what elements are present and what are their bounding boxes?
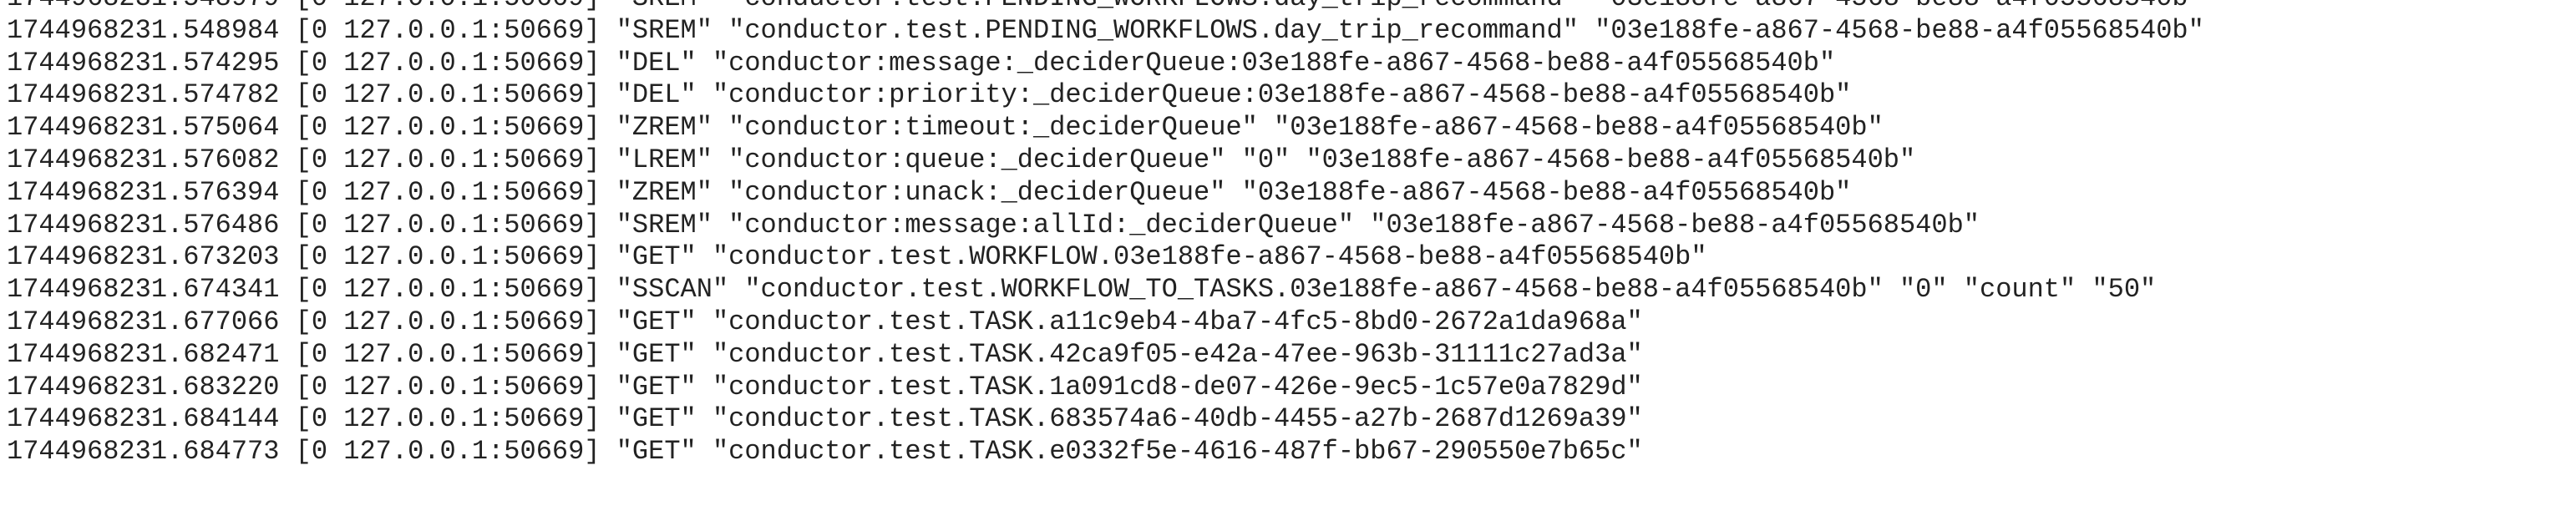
- log-line: 1744968231.574295 [0 127.0.0.1:50669] "D…: [7, 47, 1836, 78]
- log-line: 1744968231.576394 [0 127.0.0.1:50669] "Z…: [7, 176, 1852, 208]
- log-line: 1744968231.673203 [0 127.0.0.1:50669] "G…: [7, 241, 1707, 273]
- log-line: 1744968231.576082 [0 127.0.0.1:50669] "L…: [7, 144, 1916, 175]
- log-line: 1744968231.576486 [0 127.0.0.1:50669] "S…: [7, 209, 1980, 240]
- log-line: 1744968231.683220 [0 127.0.0.1:50669] "G…: [7, 371, 1643, 402]
- log-line: 1744968231.574782 [0 127.0.0.1:50669] "D…: [7, 79, 1852, 111]
- log-line: 1744968231.684773 [0 127.0.0.1:50669] "G…: [7, 436, 1643, 468]
- log-line: 1744968231.677066 [0 127.0.0.1:50669] "G…: [7, 306, 1643, 337]
- log-line: 1744968231.548984 [0 127.0.0.1:50669] "S…: [7, 14, 2204, 46]
- log-lines: 1744968231.548979 [0 127.0.0.1:50669] "S…: [7, 0, 2204, 468]
- log-line: 1744968231.684144 [0 127.0.0.1:50669] "G…: [7, 403, 1643, 435]
- log-line: 1744968231.674341 [0 127.0.0.1:50669] "S…: [7, 274, 2157, 306]
- log-line: 1744968231.548979 [0 127.0.0.1:50669] "S…: [7, 0, 2204, 15]
- terminal-output[interactable]: 1744968231.548979 [0 127.0.0.1:50669] "S…: [0, 0, 2576, 506]
- log-line: 1744968231.575064 [0 127.0.0.1:50669] "Z…: [7, 112, 1884, 144]
- log-line: 1744968231.682471 [0 127.0.0.1:50669] "G…: [7, 338, 1643, 370]
